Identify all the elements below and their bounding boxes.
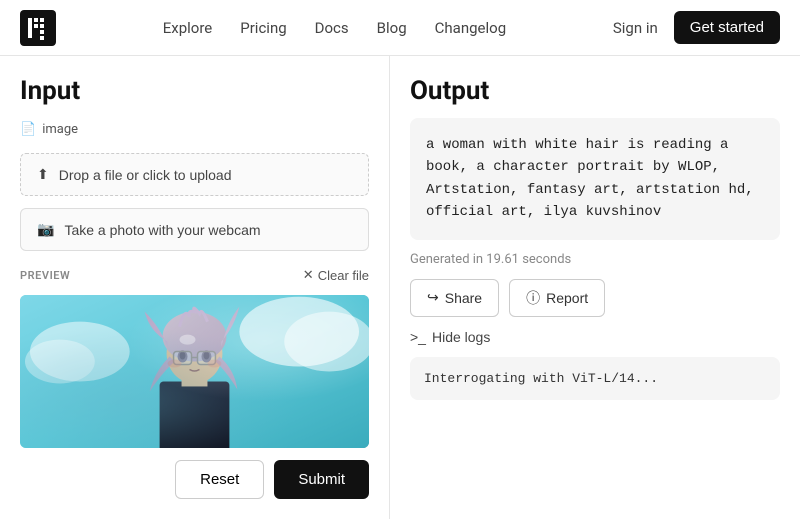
output-title: Output bbox=[410, 76, 780, 106]
nav-docs[interactable]: Docs bbox=[315, 19, 349, 37]
report-icon: ⓘ bbox=[526, 288, 540, 308]
share-icon: ↪ bbox=[427, 289, 439, 306]
nav-links: Explore Pricing Docs Blog Changelog bbox=[88, 18, 581, 37]
navbar: Explore Pricing Docs Blog Changelog Sign… bbox=[0, 0, 800, 56]
preview-header: PREVIEW ✕ Clear file bbox=[20, 267, 369, 283]
nav-changelog[interactable]: Changelog bbox=[435, 19, 506, 37]
report-button[interactable]: ⓘ Report bbox=[509, 279, 605, 317]
nav-pricing[interactable]: Pricing bbox=[240, 19, 286, 37]
nav-right: Sign in Get started bbox=[613, 11, 780, 44]
image-input-label: 📄 image bbox=[20, 122, 369, 137]
logs-text: Interrogating with ViT-L/14... bbox=[424, 371, 658, 386]
output-actions: ↪ Share ⓘ Report bbox=[410, 279, 780, 317]
nav-blog[interactable]: Blog bbox=[377, 19, 407, 37]
reset-button[interactable]: Reset bbox=[175, 460, 264, 499]
input-title: Input bbox=[20, 76, 369, 106]
generated-time: Generated in 19.61 seconds bbox=[410, 252, 780, 267]
action-buttons: Reset Submit bbox=[20, 460, 369, 499]
x-icon: ✕ bbox=[303, 267, 314, 283]
output-panel: Output a woman with white hair is readin… bbox=[390, 56, 800, 519]
output-text: a woman with white hair is reading a boo… bbox=[426, 137, 754, 220]
camera-icon: 📷 bbox=[37, 221, 54, 238]
upload-icon: ⬆ bbox=[37, 166, 49, 183]
preview-label: PREVIEW bbox=[20, 269, 70, 282]
main-layout: Input 📄 image ⬆ Drop a file or click to … bbox=[0, 56, 800, 519]
nav-explore[interactable]: Explore bbox=[163, 19, 213, 37]
preview-image bbox=[20, 295, 369, 448]
upload-button[interactable]: ⬆ Drop a file or click to upload bbox=[20, 153, 369, 196]
output-text-box: a woman with white hair is reading a boo… bbox=[410, 118, 780, 240]
logs-box: Interrogating with ViT-L/14... bbox=[410, 357, 780, 400]
logo[interactable] bbox=[20, 10, 56, 46]
terminal-icon: >_ bbox=[410, 329, 426, 345]
webcam-button[interactable]: 📷 Take a photo with your webcam bbox=[20, 208, 369, 251]
share-button[interactable]: ↪ Share bbox=[410, 279, 499, 317]
signin-link[interactable]: Sign in bbox=[613, 19, 658, 37]
get-started-button[interactable]: Get started bbox=[674, 11, 780, 44]
file-icon: 📄 bbox=[20, 122, 36, 137]
submit-button[interactable]: Submit bbox=[274, 460, 369, 499]
input-panel: Input 📄 image ⬆ Drop a file or click to … bbox=[0, 56, 390, 519]
clear-file-button[interactable]: ✕ Clear file bbox=[303, 267, 369, 283]
hide-logs-button[interactable]: >_ Hide logs bbox=[410, 329, 780, 345]
